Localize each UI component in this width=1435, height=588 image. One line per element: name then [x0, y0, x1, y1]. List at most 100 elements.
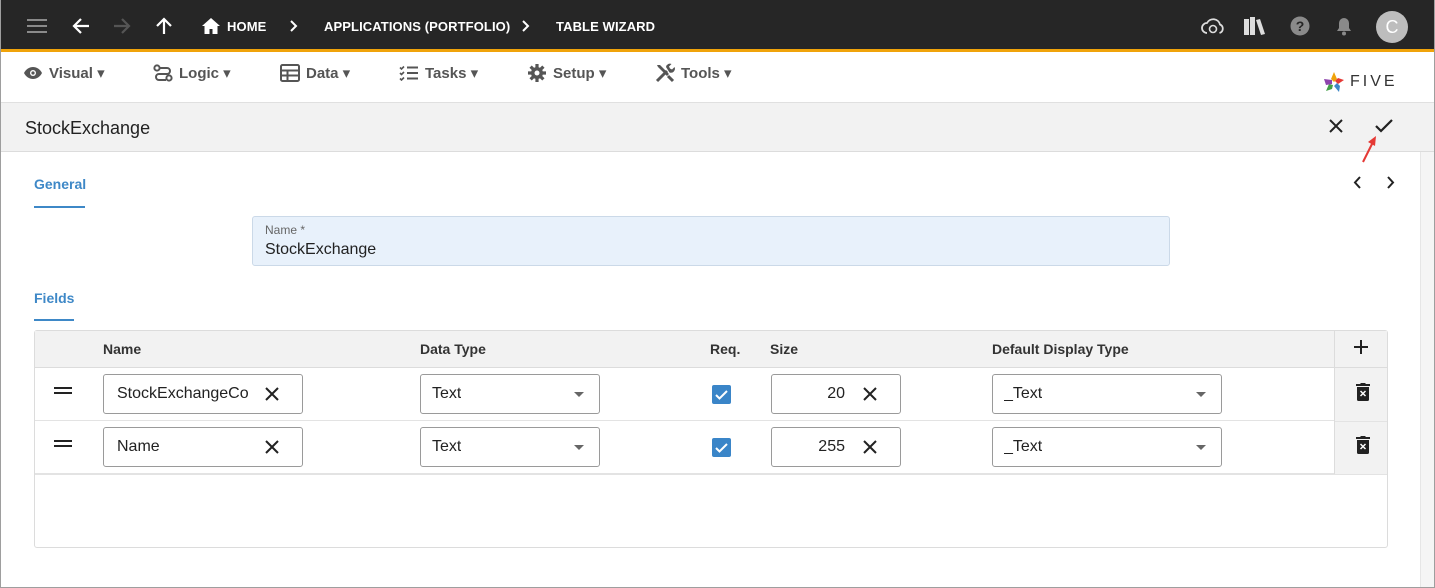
dropdown-arrow-icon [574, 445, 584, 450]
main-menu-bar: Visual ▾ Logic ▾ Data ▾ Tasks ▾ Setup ▾ … [1, 52, 1434, 102]
menu-tools-label: Tools ▾ [681, 65, 732, 82]
breadcrumb-home[interactable]: HOME [227, 0, 266, 52]
trash-icon [1356, 435, 1370, 459]
up-arrow-icon[interactable] [153, 0, 175, 52]
required-checkbox[interactable] [712, 438, 731, 457]
data-type-value: Text [432, 438, 462, 455]
menu-tasks-label: Tasks ▾ [425, 65, 479, 82]
chevron-left-icon [1353, 176, 1361, 194]
name-field-value[interactable]: StockExchange [265, 241, 376, 259]
eye-icon [23, 66, 43, 80]
table-name-field[interactable]: Name * StockExchange [252, 216, 1170, 266]
chevron-right-icon [518, 0, 534, 52]
data-type-select[interactable]: Text [420, 427, 600, 467]
menu-visual[interactable]: Visual ▾ [23, 58, 105, 88]
menu-tools[interactable]: Tools ▾ [655, 58, 732, 88]
next-record-button[interactable] [1381, 175, 1401, 195]
data-type-select[interactable]: Text [420, 374, 600, 414]
fields-table-header: Name Data Type Req. Size Default Display… [35, 331, 1387, 368]
trash-icon [1356, 382, 1370, 406]
logic-icon [153, 64, 173, 82]
data-type-value: Text [432, 385, 462, 402]
field-name-input[interactable]: StockExchangeCo [103, 374, 303, 414]
five-logo: FIVE [1323, 68, 1398, 96]
clear-icon[interactable] [861, 438, 879, 456]
name-field-label: Name * [265, 223, 306, 237]
menu-icon[interactable] [23, 0, 51, 52]
column-header-data-type: Data Type [420, 341, 486, 357]
menu-visual-label: Visual ▾ [49, 65, 105, 82]
fields-table: Name Data Type Req. Size Default Display… [34, 330, 1388, 548]
form-header: StockExchange [1, 102, 1434, 153]
field-name-input[interactable]: Name [103, 427, 303, 467]
display-type-value: _Text [1004, 438, 1043, 455]
tasks-icon [399, 65, 419, 81]
menu-logic[interactable]: Logic ▾ [153, 58, 231, 88]
breadcrumb-applications[interactable]: APPLICATIONS (PORTFOLIO) [324, 0, 510, 52]
display-type-value: _Text [1004, 385, 1043, 402]
dropdown-arrow-icon [1196, 445, 1206, 450]
clear-icon[interactable] [263, 438, 281, 456]
drag-handle-icon[interactable] [54, 440, 72, 452]
delete-row-button[interactable] [1354, 382, 1372, 406]
svg-text:?: ? [1296, 18, 1305, 34]
required-checkbox[interactable] [712, 385, 731, 404]
size-input[interactable]: 20 [771, 374, 901, 414]
column-header-size: Size [770, 341, 799, 357]
column-header-name: Name [103, 341, 142, 357]
menu-tasks[interactable]: Tasks ▾ [399, 58, 478, 88]
field-name-value: Name [117, 438, 160, 455]
drag-handle-icon[interactable] [54, 387, 72, 399]
tools-icon [655, 63, 675, 83]
app-window: HOME APPLICATIONS (PORTFOLIO) TABLE WIZA… [0, 0, 1435, 588]
divider [1335, 421, 1387, 422]
field-name-value: StockExchangeCo [117, 385, 249, 402]
size-input[interactable]: 255 [771, 427, 901, 467]
back-arrow-icon[interactable] [69, 0, 93, 52]
divider [35, 474, 1387, 475]
menu-data[interactable]: Data ▾ [280, 58, 350, 88]
clear-icon[interactable] [861, 385, 879, 403]
annotation-arrow [1362, 136, 1376, 163]
size-value: 255 [818, 438, 845, 455]
display-type-select[interactable]: _Text [992, 374, 1222, 414]
dropdown-arrow-icon [1196, 392, 1206, 397]
chevron-right-icon [1387, 176, 1395, 194]
vertical-scrollbar[interactable] [1420, 152, 1434, 587]
tab-fields[interactable]: Fields [34, 290, 74, 306]
gear-icon [527, 63, 547, 83]
tab-fields-indicator [34, 319, 74, 321]
size-value: 20 [827, 385, 845, 402]
breadcrumb-table-wizard: TABLE WIZARD [556, 18, 656, 34]
column-header-display-type: Default Display Type [992, 341, 1129, 357]
display-type-select[interactable]: _Text [992, 427, 1222, 467]
top-app-bar: HOME APPLICATIONS (PORTFOLIO) TABLE WIZA… [1, 0, 1434, 52]
form-title: StockExchange [25, 118, 151, 138]
five-logo-text: FIVE [1350, 73, 1398, 90]
library-icon[interactable] [1242, 0, 1268, 52]
menu-setup-label: Setup ▾ [553, 65, 607, 82]
tab-general[interactable]: General [34, 176, 86, 192]
cloud-sync-icon[interactable] [1200, 0, 1226, 52]
previous-record-button[interactable] [1347, 175, 1367, 195]
add-field-button[interactable] [1335, 331, 1387, 368]
five-logo-mark [1324, 72, 1344, 92]
menu-data-label: Data ▾ [306, 65, 351, 82]
help-icon[interactable]: ? [1288, 0, 1312, 52]
clear-icon[interactable] [263, 385, 281, 403]
bell-icon[interactable] [1333, 0, 1355, 52]
home-icon[interactable] [201, 0, 221, 52]
avatar[interactable]: C [1376, 11, 1408, 43]
chevron-right-icon [286, 0, 302, 52]
table-row: Name Text 255 _Text [35, 421, 1334, 474]
menu-logic-label: Logic ▾ [179, 65, 231, 82]
column-header-req: Req. [710, 341, 741, 357]
close-icon [1329, 118, 1343, 138]
dropdown-arrow-icon [574, 392, 584, 397]
menu-setup[interactable]: Setup ▾ [527, 58, 606, 88]
cancel-button[interactable] [1321, 103, 1351, 153]
forward-arrow-icon[interactable] [110, 0, 134, 52]
tab-general-indicator [34, 206, 85, 208]
delete-row-button[interactable] [1354, 435, 1372, 459]
plus-icon [1354, 339, 1368, 359]
